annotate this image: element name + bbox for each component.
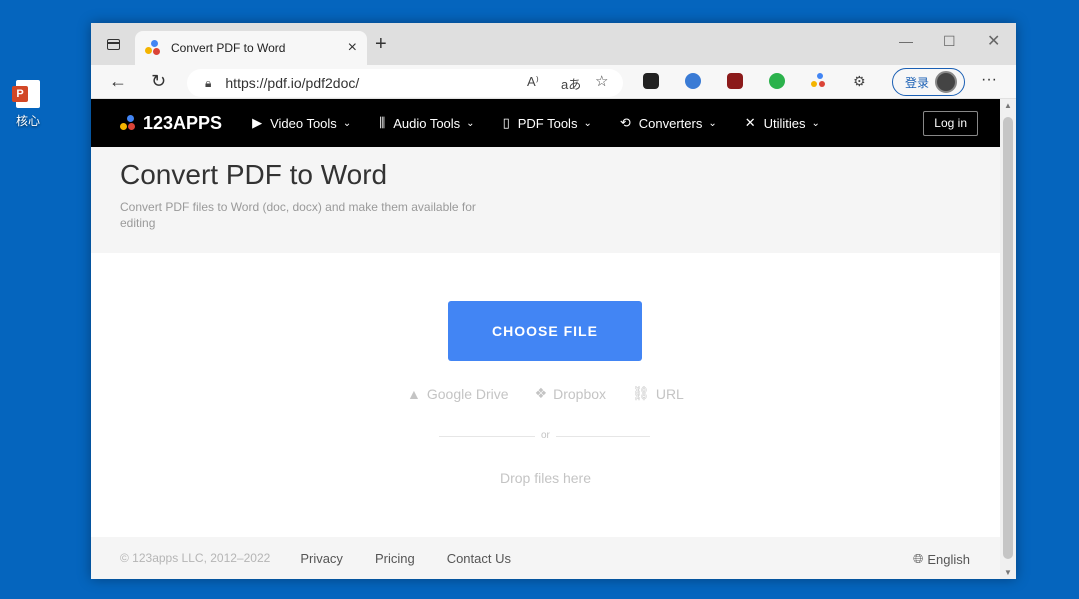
desktop-shortcut-label: 核心	[15, 114, 40, 128]
converters-icon: ⟲	[619, 115, 631, 130]
favicon-icon	[145, 40, 161, 56]
scroll-up-icon[interactable]: ▲	[1004, 101, 1012, 110]
chevron-down-icon: ⌄	[708, 117, 717, 129]
page-subtitle: Convert PDF files to Word (doc, docx) an…	[120, 200, 476, 230]
nav-label: Converters	[638, 115, 703, 131]
maximize-icon[interactable]: ☐	[943, 33, 956, 50]
chevron-down-icon: ⌄	[583, 117, 592, 129]
scrollbar-thumb[interactable]	[1003, 117, 1013, 559]
window-close-icon[interactable]: ✕	[987, 31, 1000, 51]
back-arrow-icon[interactable]: ←	[109, 71, 127, 92]
chevron-down-icon: ⌄	[466, 117, 475, 129]
source-label: URL	[655, 385, 684, 402]
chevron-down-icon: ⌄	[811, 117, 820, 129]
globe-icon: 🌐︎	[912, 551, 924, 566]
read-aloud-icon[interactable]: A⁾	[527, 74, 539, 90]
copyright: © 123apps LLC, 2012–2022	[120, 551, 271, 565]
source-label: Dropbox	[553, 385, 607, 402]
site-footer: © 123apps LLC, 2012–2022 Privacy Pricing…	[91, 537, 1016, 579]
extension-shield-icon[interactable]	[685, 73, 701, 89]
choose-file-button[interactable]: CHOOSE FILE	[448, 301, 642, 361]
nav-label: Video Tools	[270, 115, 337, 131]
drop-hint: Drop files here	[499, 470, 592, 486]
source-label: Google Drive	[426, 385, 509, 402]
pdf-icon: ▯	[502, 115, 510, 130]
footer-link-contact[interactable]: Contact Us	[447, 551, 511, 566]
address-bar: ← ↻ 🔒︎ https://pdf.io/pdf2doc/ A⁾ aあ ☆ ⚙…	[91, 65, 1016, 99]
nav-converters[interactable]: ⟲ Converters ⌄	[620, 115, 717, 131]
google-drive-icon: ▲	[407, 385, 421, 402]
chevron-down-icon: ⌄	[342, 117, 352, 129]
minimize-icon[interactable]: —	[899, 33, 913, 49]
extension-ublock-icon[interactable]	[727, 73, 743, 89]
nav-label: Audio Tools	[393, 115, 461, 131]
footer-link-pricing[interactable]: Pricing	[375, 551, 415, 566]
tab-close-icon[interactable]: ×	[348, 39, 357, 57]
login-button[interactable]: Log in	[923, 111, 978, 136]
logo-text: 123APPS	[143, 112, 223, 133]
lock-icon: 🔒︎	[205, 75, 212, 90]
profile-button[interactable]: 登录	[892, 68, 965, 96]
language-label: English	[927, 551, 970, 567]
page-viewport: 123APPS ▶ Video Tools ⌄ ⫼ Audio Tools ⌄ …	[91, 99, 1016, 579]
or-label: or	[535, 430, 556, 441]
url-text: https://pdf.io/pdf2doc/	[225, 75, 360, 91]
extensions-puzzle-icon[interactable]: ⚙	[853, 73, 869, 89]
browser-window: Convert PDF to Word × + — ☐ ✕ ← ↻ 🔒︎ htt…	[91, 23, 1016, 579]
extension-123apps-icon[interactable]	[811, 73, 827, 89]
extension-tab-icon[interactable]	[643, 73, 659, 89]
refresh-icon[interactable]: ↻	[151, 71, 166, 92]
audio-icon: ⫼	[379, 115, 386, 130]
url-field[interactable]: 🔒︎ https://pdf.io/pdf2doc/ A⁾ aあ ☆	[187, 69, 623, 97]
nav-label: PDF Tools	[517, 115, 578, 131]
video-icon: ▶	[252, 115, 263, 130]
upload-sources: ▲ Google Drive ❖ Dropbox ⛓ URL	[407, 385, 710, 402]
extension-check-icon[interactable]	[769, 73, 785, 89]
browser-tab[interactable]: Convert PDF to Word ×	[135, 31, 367, 65]
page-scrollbar[interactable]: ▲ ▼	[1000, 99, 1016, 579]
upload-area[interactable]: CHOOSE FILE ▲ Google Drive ❖ Dropbox ⛓ U…	[91, 253, 1016, 537]
title-bar: Convert PDF to Word × + — ☐ ✕	[91, 23, 1016, 65]
dropbox-button[interactable]: ❖ Dropbox	[535, 385, 606, 402]
nav-utilities[interactable]: ✕ Utilities ⌄	[745, 115, 820, 131]
utilities-icon: ✕	[744, 115, 756, 130]
google-drive-button[interactable]: ▲ Google Drive	[407, 385, 509, 402]
profile-label: 登录	[905, 75, 930, 90]
dropbox-icon: ❖	[534, 385, 548, 401]
new-tab-icon[interactable]: +	[375, 33, 387, 56]
hero-section: Convert PDF to Word Convert PDF files to…	[91, 147, 1016, 253]
site-logo[interactable]: 123APPS	[119, 113, 222, 134]
nav-label: Utilities	[763, 115, 806, 131]
tab-actions-icon[interactable]	[107, 39, 120, 50]
nav-pdf-tools[interactable]: ▯ PDF Tools ⌄	[503, 115, 592, 131]
link-icon: ⛓	[632, 385, 650, 401]
scroll-down-icon[interactable]: ▼	[1004, 568, 1012, 577]
page-title: Convert PDF to Word	[120, 159, 388, 190]
more-menu-icon[interactable]: ···	[981, 71, 997, 89]
desktop-shortcut[interactable]: 核心	[6, 80, 50, 129]
logo-dots-icon	[119, 115, 139, 131]
nav-video-tools[interactable]: ▶ Video Tools ⌄	[252, 115, 351, 131]
avatar	[935, 71, 958, 93]
language-selector[interactable]: 🌐︎ English	[913, 551, 970, 567]
footer-link-privacy[interactable]: Privacy	[300, 551, 343, 566]
powerpoint-file-icon	[12, 80, 40, 108]
translate-icon[interactable]: aあ	[561, 74, 581, 93]
favorite-star-icon[interactable]: ☆	[595, 72, 608, 90]
nav-audio-tools[interactable]: ⫼ Audio Tools ⌄	[379, 115, 474, 131]
site-navbar: 123APPS ▶ Video Tools ⌄ ⫼ Audio Tools ⌄ …	[91, 99, 1016, 147]
url-button[interactable]: ⛓ URL	[632, 385, 684, 402]
tab-title: Convert PDF to Word	[171, 41, 286, 55]
